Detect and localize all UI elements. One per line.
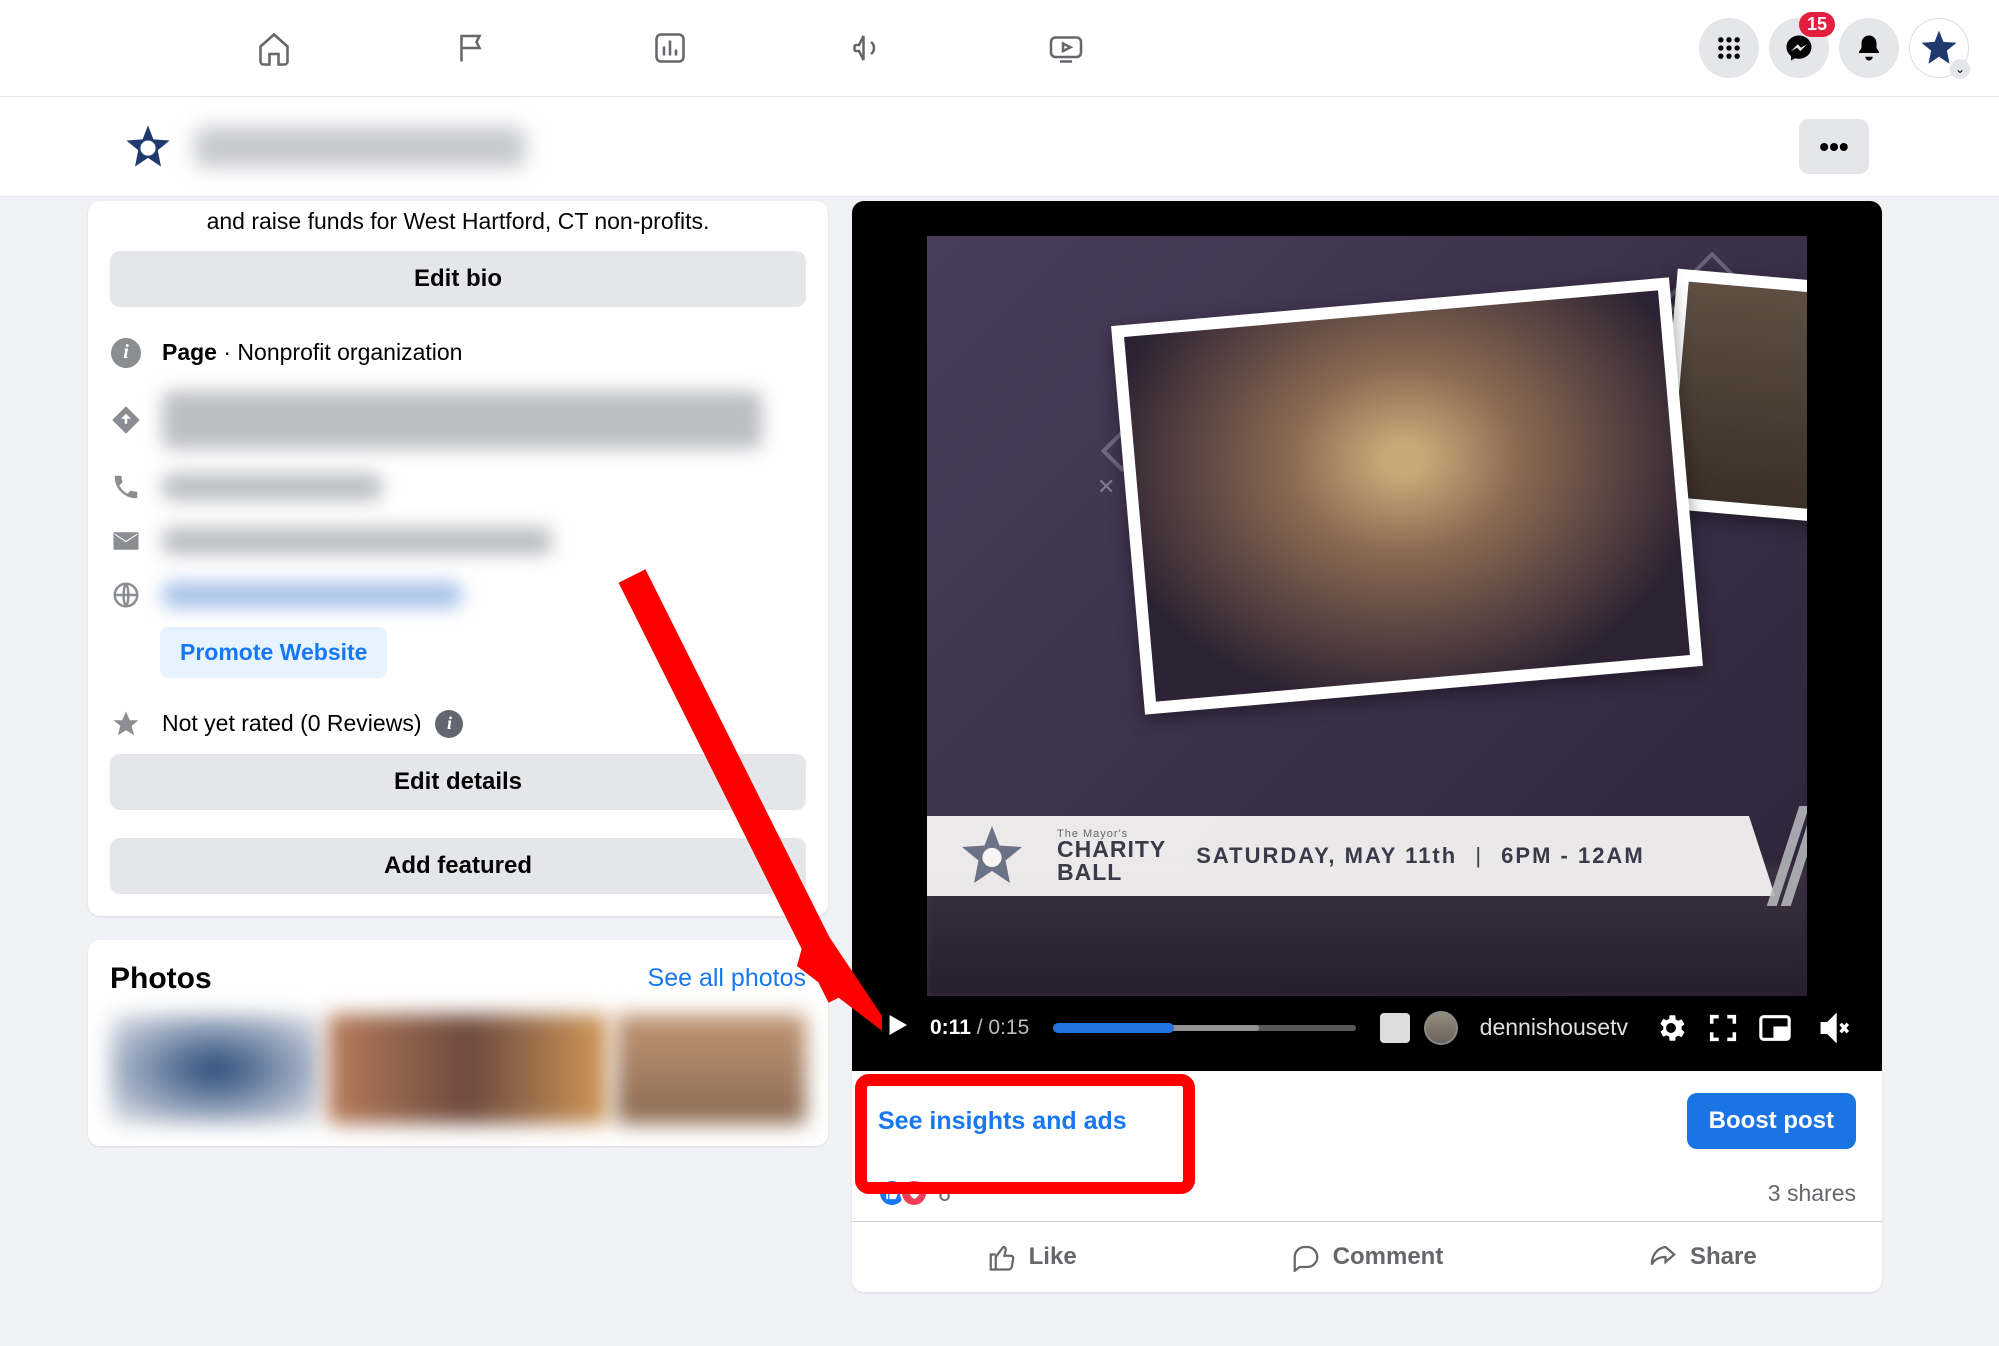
promote-website-button[interactable]: Promote Website [160,627,387,678]
bell-icon [1854,33,1884,63]
watermark-text: dennishousetv [1480,1014,1628,1041]
see-all-photos-link[interactable]: See all photos [648,964,806,993]
rating-text: Not yet rated (0 Reviews) [162,710,421,737]
mute-button[interactable] [1818,1011,1852,1045]
flag-icon [454,30,490,66]
photo-thumbnail[interactable] [328,1014,608,1124]
expand-icon [1706,1011,1740,1045]
thumbs-up-icon [987,1242,1017,1272]
page-type-text: Page · Nonprofit organization [162,339,462,366]
intro-card: and raise funds for West Hartford, CT no… [88,201,828,916]
chevron-down-icon: ⌄ [1950,59,1970,79]
edit-bio-button[interactable]: Edit bio [110,251,806,307]
see-insights-link[interactable]: See insights and ads [878,1107,1127,1136]
email-icon [110,525,142,557]
page-header-bar: ••• [0,97,1999,197]
notifications-button[interactable] [1839,18,1899,78]
comment-button[interactable]: Comment [1199,1228,1534,1286]
video-tab[interactable] [1032,14,1100,82]
bio-text: and raise funds for West Hartford, CT no… [110,207,806,237]
home-icon [256,30,292,66]
account-avatar[interactable]: ⌄ [1909,18,1969,78]
info-icon: i [110,337,142,369]
page-logo[interactable] [120,119,175,174]
reaction-icons[interactable] [878,1179,928,1207]
home-tab[interactable] [240,14,308,82]
star-logo-icon [122,121,174,173]
photos-card: Photos See all photos [88,940,828,1146]
love-reaction-icon [900,1179,928,1207]
email-redacted [162,527,552,555]
gear-icon [1654,1011,1688,1045]
page-title-redacted [195,127,525,167]
top-navigation: 15 ⌄ [0,0,1999,97]
share-icon [1648,1242,1678,1272]
photo-thumbnail[interactable] [616,1014,806,1124]
shares-count[interactable]: 3 shares [1768,1180,1856,1207]
globe-icon [110,579,142,611]
megaphone-icon [850,30,886,66]
video-settings-button[interactable] [1654,1011,1688,1045]
flag-tab[interactable] [438,14,506,82]
photos-title: Photos [110,962,212,996]
video-time: 0:11 / 0:15 [930,1016,1029,1040]
reaction-count[interactable]: 6 [938,1180,951,1207]
photo-thumbnail[interactable] [110,1014,320,1124]
like-button[interactable]: Like [864,1228,1199,1286]
top-nav-tabs [240,14,1100,82]
megaphone-tab[interactable] [834,14,902,82]
website-redacted [162,582,462,608]
video-progress-bar[interactable] [1053,1025,1355,1031]
fullscreen-button[interactable] [1706,1011,1740,1045]
video-controls: 0:11 / 0:15 dennishousetv [852,1010,1882,1045]
phone-redacted [162,473,382,501]
apps-menu-button[interactable] [1699,18,1759,78]
play-button[interactable] [882,1010,912,1045]
comment-icon [1291,1242,1321,1272]
video-player[interactable]: ✕ [852,201,1882,1071]
pip-button[interactable] [1758,1011,1792,1045]
top-nav-right: 15 ⌄ [1699,18,1969,78]
volume-mute-icon [1818,1011,1852,1045]
grid-icon [1715,34,1743,62]
video-post-card: ✕ [852,201,1882,1292]
boost-post-button[interactable]: Boost post [1687,1093,1856,1149]
share-button[interactable]: Share [1535,1228,1870,1286]
messenger-button[interactable]: 15 [1769,18,1829,78]
edit-details-button[interactable]: Edit details [110,754,806,810]
analytics-tab[interactable] [636,14,704,82]
play-icon [882,1010,912,1040]
directions-icon [110,404,142,436]
address-redacted [162,391,762,449]
messenger-badge: 15 [1799,12,1835,37]
chart-icon [652,30,688,66]
star-icon [110,708,142,740]
pip-icon [1758,1011,1792,1045]
add-featured-button[interactable]: Add featured [110,838,806,894]
video-banner: The Mayor's CHARITY BALL SATURDAY, MAY 1… [927,816,1807,896]
star-logo-icon [956,820,1028,892]
messenger-icon [1784,33,1814,63]
watermark-logo [1380,1013,1410,1043]
page-more-button[interactable]: ••• [1799,119,1869,174]
watermark-avatar [1424,1011,1458,1045]
phone-icon [110,471,142,503]
rating-info-icon[interactable]: i [435,710,463,738]
video-icon [1048,30,1084,66]
